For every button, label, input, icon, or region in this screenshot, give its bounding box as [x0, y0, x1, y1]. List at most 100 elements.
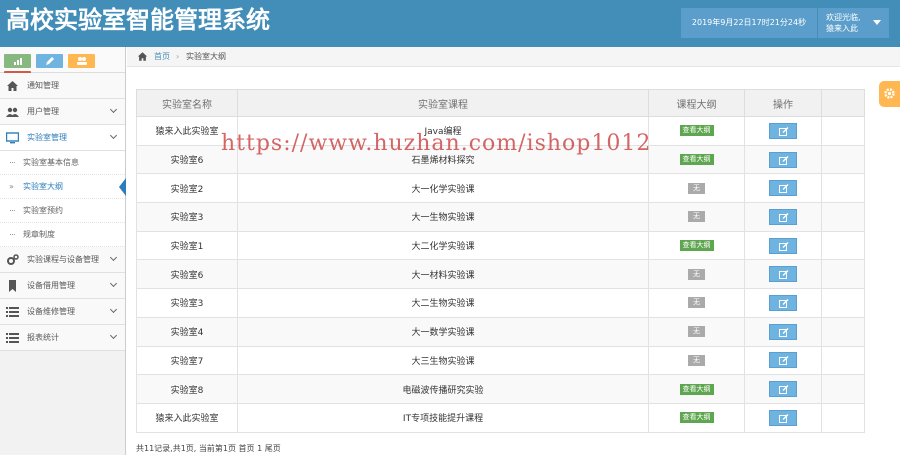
action-cell: [744, 202, 822, 232]
no-syllabus-badge: 无: [688, 211, 705, 223]
cogs-icon: [7, 254, 19, 265]
sidebar-item-repair[interactable]: 设备维修管理: [0, 299, 125, 325]
syllabus-cell: 查看大纲: [648, 402, 745, 433]
edit-icon: [779, 241, 789, 251]
syllabus-cell: 查看大纲: [648, 144, 745, 175]
view-syllabus-button[interactable]: 查看大纲: [679, 412, 714, 424]
dash-icon: [10, 234, 15, 235]
lab-name-cell: 实验室4: [136, 316, 238, 347]
empty-cell: [821, 144, 865, 175]
sidebar-item-label: 实验课程与设备管理: [27, 255, 99, 264]
chevron-down-icon: [109, 331, 118, 340]
edit-icon: [779, 270, 789, 280]
empty-cell: [821, 259, 865, 290]
breadcrumb: 首页 › 实验室大纲: [127, 47, 900, 67]
pagination-info: 共11记录,共1页, 当前第1页 首页 1 尾页: [136, 444, 281, 453]
syllabus-table: 实验室名称 实验室课程 课程大纲 操作 猿来入此实验室 Java编程 查看大纲 实验室…: [136, 89, 865, 433]
sidebar-subitem-rules[interactable]: 规章制度: [0, 223, 125, 247]
sidebar-subitem-lab-syllabus[interactable]: » 实验室大纲: [0, 175, 126, 199]
table-row: 实验室6 石墨烯材料探究 查看大纲: [136, 144, 865, 175]
edit-button[interactable]: [769, 237, 797, 254]
syllabus-cell: 查看大纲: [648, 116, 745, 146]
settings-button[interactable]: [879, 81, 900, 107]
caret-down-icon: [873, 20, 881, 25]
gear-icon: [884, 88, 895, 99]
edit-icon: [779, 298, 789, 308]
table-row: 实验室3 大二生物实验课 无: [136, 288, 865, 318]
dash-icon: [10, 210, 15, 211]
sidebar-item-notices[interactable]: 通知管理: [0, 73, 125, 99]
empty-cell: [821, 173, 865, 204]
users-icon: [6, 107, 19, 117]
edit-icon: [779, 385, 789, 395]
sidebar-item-borrow[interactable]: 设备借用管理: [0, 273, 125, 299]
syllabus-cell: 无: [648, 259, 745, 290]
sidebar-item-courses-equipment[interactable]: 实验课程与设备管理: [0, 247, 125, 273]
edit-button[interactable]: [769, 266, 797, 283]
action-cell: [744, 230, 822, 261]
edit-icon: [779, 327, 789, 337]
table-row: 猿来入此实验室 IT专项技能提升课程 查看大纲: [136, 402, 865, 433]
edit-icon: [779, 413, 789, 423]
action-cell: [744, 288, 822, 318]
desktop-icon: [6, 132, 19, 144]
lab-name-cell: 实验室1: [136, 230, 238, 261]
action-cell: [744, 316, 822, 347]
edit-button[interactable]: [769, 122, 797, 139]
sidebar-subitem-label: 规章制度: [23, 230, 55, 239]
edit-button[interactable]: [769, 352, 797, 369]
edit-button[interactable]: [769, 323, 797, 340]
no-syllabus-badge: 无: [688, 326, 705, 338]
active-indicator: [119, 178, 126, 196]
sidebar-subitem-lab-info[interactable]: 实验室基本信息: [0, 151, 125, 175]
edit-icon: [779, 126, 789, 136]
no-syllabus-badge: 无: [688, 182, 705, 194]
edit-button[interactable]: [769, 294, 797, 311]
breadcrumb-home-link[interactable]: 首页: [154, 47, 170, 67]
course-cell: 大一化学实验课: [237, 173, 649, 204]
signal-icon: [14, 58, 22, 65]
sidebar-subitem-lab-booking[interactable]: 实验室预约: [0, 199, 125, 223]
sidebar-item-label: 设备维修管理: [27, 307, 75, 316]
lab-name-cell: 猿来入此实验室: [136, 116, 238, 146]
course-cell: 大二化学实验课: [237, 230, 649, 261]
pencil-shortcut-button[interactable]: [35, 54, 63, 68]
users-icon: [76, 57, 87, 65]
lab-name-cell: 实验室3: [136, 288, 238, 318]
empty-cell: [821, 288, 865, 318]
no-syllabus-badge: 无: [688, 354, 705, 366]
edit-button[interactable]: [769, 208, 797, 225]
edit-button[interactable]: [769, 409, 797, 426]
table-row: 实验室8 电磁波传播研究实验 查看大纲: [136, 374, 865, 404]
dash-icon: [10, 162, 15, 163]
column-header: 课程大纲: [648, 89, 745, 117]
sidebar-item-labs[interactable]: 实验室管理: [0, 125, 125, 151]
chevron-down-icon: [109, 105, 118, 114]
edit-button[interactable]: [769, 180, 797, 197]
empty-cell: [821, 116, 865, 146]
table-row: 实验室6 大一材料实验课 无: [136, 259, 865, 290]
edit-button[interactable]: [769, 151, 797, 168]
no-syllabus-badge: 无: [688, 297, 705, 309]
view-syllabus-button[interactable]: 查看大纲: [679, 154, 714, 166]
syllabus-cell: 查看大纲: [648, 230, 745, 261]
empty-cell: [821, 230, 865, 261]
signal-shortcut-button[interactable]: [4, 54, 31, 68]
view-syllabus-button[interactable]: 查看大纲: [679, 240, 714, 252]
course-cell: 石墨烯材料探究: [237, 144, 649, 175]
view-syllabus-button[interactable]: 查看大纲: [679, 383, 714, 395]
sidebar-item-reports[interactable]: 报表统计: [0, 325, 125, 351]
users-shortcut-button[interactable]: [67, 54, 95, 68]
syllabus-cell: 无: [648, 345, 745, 376]
syllabus-cell: 查看大纲: [648, 374, 745, 404]
empty-cell: [821, 402, 865, 433]
bookmark-icon: [9, 280, 16, 292]
chevron-down-icon: [109, 131, 118, 140]
action-cell: [744, 144, 822, 175]
edit-button[interactable]: [769, 381, 797, 398]
lab-name-cell: 实验室7: [136, 345, 238, 376]
view-syllabus-button[interactable]: 查看大纲: [679, 125, 714, 137]
sidebar-item-users[interactable]: 用户管理: [0, 99, 125, 125]
user-menu[interactable]: 欢迎光临, 猿来入此: [818, 8, 889, 38]
sidebar-subitem-label: 实验室预约: [23, 206, 63, 215]
